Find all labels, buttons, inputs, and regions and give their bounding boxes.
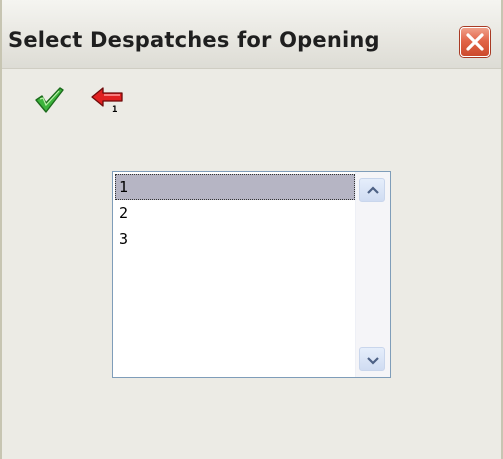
- despatch-listbox[interactable]: 1 2 3: [112, 171, 391, 378]
- checkmark-icon: [35, 87, 64, 113]
- chevron-up-icon: [367, 186, 379, 194]
- scroll-down-button[interactable]: [359, 347, 385, 371]
- close-button[interactable]: [460, 27, 490, 57]
- list-item[interactable]: 2: [115, 200, 355, 226]
- chevron-down-icon: [367, 357, 379, 365]
- title-bar[interactable]: Select Despatches for Opening: [2, 0, 501, 69]
- list-items: 1 2 3: [115, 174, 355, 374]
- back-arrow-icon: [91, 87, 123, 107]
- list-item[interactable]: 1: [115, 174, 355, 200]
- dialog-window: Select Despatches for Opening 1 1 2 3: [0, 0, 503, 459]
- vertical-scrollbar[interactable]: [355, 172, 390, 377]
- list-item[interactable]: 3: [115, 226, 355, 252]
- close-icon: [466, 33, 484, 51]
- window-title: Select Despatches for Opening: [8, 28, 380, 52]
- scroll-up-button[interactable]: [359, 178, 385, 202]
- confirm-button[interactable]: [34, 86, 64, 114]
- back-button[interactable]: [90, 86, 124, 116]
- back-badge: 1: [112, 105, 118, 115]
